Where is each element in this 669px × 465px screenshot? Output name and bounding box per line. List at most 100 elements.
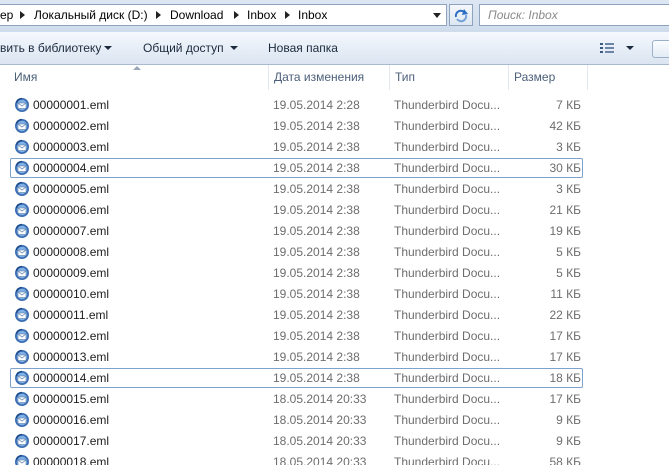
file-name: 00000015.eml: [33, 392, 110, 406]
add-to-library-dropdown-icon[interactable]: [104, 46, 112, 50]
column-divider[interactable]: [268, 65, 269, 90]
share-button[interactable]: Общий доступ: [143, 41, 224, 55]
file-row[interactable]: 00000016.eml 18.05.2014 20:33 Thunderbird …: [0, 410, 669, 431]
file-row[interactable]: 00000015.eml 18.05.2014 20:33 Thunderbird …: [0, 389, 669, 410]
file-row[interactable]: 00000011.eml 19.05.2014 2:38 Thunderbird D…: [0, 305, 669, 326]
file-size: 19 КБ: [549, 224, 581, 238]
file-row[interactable]: 00000002.eml 19.05.2014 2:38 Thunderbird D…: [0, 116, 669, 137]
breadcrumb[interactable]: ер Локальный диск (D:) Download Inbox In…: [0, 4, 447, 26]
new-folder-button[interactable]: Новая папка: [268, 41, 338, 55]
file-name: 00000016.eml: [33, 413, 110, 427]
thunderbird-icon: [14, 244, 30, 260]
view-dropdown-icon[interactable]: [626, 46, 634, 50]
file-date: 19.05.2014 2:38: [273, 371, 360, 385]
file-row[interactable]: 00000003.eml 19.05.2014 2:38 Thunderbird D…: [0, 137, 669, 158]
file-date: 19.05.2014 2:28: [273, 98, 360, 112]
file-name: 00000001.eml: [33, 98, 110, 112]
file-size: 22 КБ: [549, 308, 581, 322]
breadcrumb-separator-icon[interactable]: [285, 11, 290, 19]
file-row[interactable]: 00000013.eml 19.05.2014 2:38 Thunderbird D…: [0, 347, 669, 368]
search-input[interactable]: Поиск: Inbox: [479, 4, 669, 26]
file-size: 18 КБ: [549, 371, 581, 385]
thunderbird-icon: [14, 265, 30, 281]
help-button[interactable]: [652, 40, 669, 58]
file-name: 00000004.eml: [33, 161, 110, 175]
column-header-type[interactable]: Тип: [395, 70, 415, 84]
file-name: 00000013.eml: [33, 350, 110, 364]
breadcrumb-separator-icon[interactable]: [156, 11, 161, 19]
file-row[interactable]: 00000006.eml 19.05.2014 2:38 Thunderbird D…: [0, 200, 669, 221]
address-history-dropdown-icon[interactable]: [433, 13, 441, 18]
command-toolbar: вить в библиотеку Общий доступ Новая пап…: [0, 32, 669, 65]
breadcrumb-inbox-parent[interactable]: Inbox: [247, 8, 276, 22]
file-type: Thunderbird Docu...: [394, 224, 501, 238]
file-size: 17 КБ: [549, 350, 581, 364]
file-name: 00000011.eml: [33, 308, 109, 322]
file-size: 9 КБ: [556, 413, 581, 427]
file-name: 00000010.eml: [33, 287, 110, 301]
file-size: 11 КБ: [550, 287, 581, 301]
view-options-icon[interactable]: [600, 43, 614, 54]
file-type: Thunderbird Docu...: [394, 140, 501, 154]
file-type: Thunderbird Docu...: [394, 182, 501, 196]
column-divider[interactable]: [389, 65, 390, 90]
file-type: Thunderbird Docu...: [394, 371, 501, 385]
file-type: Thunderbird Docu...: [394, 161, 501, 175]
thunderbird-icon: [14, 391, 30, 407]
thunderbird-icon: [14, 349, 30, 365]
file-row[interactable]: 00000009.eml 19.05.2014 2:38 Thunderbird D…: [0, 263, 669, 284]
file-type: Thunderbird Docu...: [394, 350, 501, 364]
sort-ascending-icon: [133, 66, 141, 70]
file-row[interactable]: 00000005.eml 19.05.2014 2:38 Thunderbird D…: [0, 179, 669, 200]
thunderbird-icon: [14, 139, 30, 155]
file-list: 00000001.eml 19.05.2014 2:28 Thunderbird D…: [0, 95, 669, 465]
file-name: 00000003.eml: [33, 140, 110, 154]
column-divider[interactable]: [508, 65, 509, 90]
file-name: 00000012.eml: [33, 329, 110, 343]
breadcrumb-download[interactable]: Download: [170, 8, 223, 22]
file-row[interactable]: 00000018.eml 18.05.2014 20:33 Thunderbird …: [0, 452, 669, 465]
refresh-button[interactable]: [449, 4, 473, 26]
file-size: 30 КБ: [549, 161, 581, 175]
thunderbird-icon: [14, 307, 30, 323]
file-row[interactable]: 00000004.eml 19.05.2014 2:38 Thunderbird D…: [0, 158, 669, 179]
file-row[interactable]: 00000001.eml 19.05.2014 2:28 Thunderbird D…: [0, 95, 669, 116]
file-size: 9 КБ: [556, 434, 581, 448]
file-type: Thunderbird Docu...: [394, 287, 501, 301]
breadcrumb-drive-d[interactable]: Локальный диск (D:): [34, 8, 148, 22]
file-row[interactable]: 00000017.eml 18.05.2014 20:33 Thunderbird …: [0, 431, 669, 452]
file-type: Thunderbird Docu...: [394, 98, 501, 112]
file-date: 19.05.2014 2:38: [273, 140, 360, 154]
breadcrumb-computer[interactable]: ер: [0, 8, 13, 22]
thunderbird-icon: [14, 97, 30, 113]
thunderbird-icon: [14, 328, 30, 344]
file-row[interactable]: 00000008.eml 19.05.2014 2:38 Thunderbird D…: [0, 242, 669, 263]
file-row[interactable]: 00000007.eml 19.05.2014 2:38 Thunderbird D…: [0, 221, 669, 242]
file-row[interactable]: 00000014.eml 19.05.2014 2:38 Thunderbird D…: [0, 368, 669, 389]
file-date: 19.05.2014 2:38: [273, 161, 360, 175]
file-date: 19.05.2014 2:38: [273, 350, 360, 364]
column-header-size[interactable]: Размер: [514, 70, 555, 84]
thunderbird-icon: [14, 433, 30, 449]
file-size: 42 КБ: [549, 119, 581, 133]
column-divider[interactable]: [587, 65, 588, 90]
breadcrumb-separator-icon[interactable]: [20, 11, 25, 19]
thunderbird-icon: [14, 286, 30, 302]
search-placeholder: Поиск: Inbox: [488, 8, 558, 22]
thunderbird-icon: [14, 160, 30, 176]
file-date: 19.05.2014 2:38: [273, 329, 360, 343]
thunderbird-icon: [14, 181, 30, 197]
file-date: 19.05.2014 2:38: [273, 245, 360, 259]
file-size: 5 КБ: [556, 245, 581, 259]
file-type: Thunderbird Docu...: [394, 203, 501, 217]
share-dropdown-icon[interactable]: [230, 46, 238, 50]
breadcrumb-separator-icon[interactable]: [234, 11, 239, 19]
add-to-library-button[interactable]: вить в библиотеку: [0, 41, 101, 55]
file-name: 00000017.eml: [33, 434, 110, 448]
column-header-date[interactable]: Дата изменения: [274, 70, 364, 84]
column-header-name[interactable]: Имя: [14, 70, 37, 84]
breadcrumb-inbox-current[interactable]: Inbox: [298, 8, 327, 22]
file-date: 18.05.2014 20:33: [273, 455, 367, 465]
file-row[interactable]: 00000010.eml 19.05.2014 2:38 Thunderbird D…: [0, 284, 669, 305]
file-row[interactable]: 00000012.eml 19.05.2014 2:38 Thunderbird D…: [0, 326, 669, 347]
